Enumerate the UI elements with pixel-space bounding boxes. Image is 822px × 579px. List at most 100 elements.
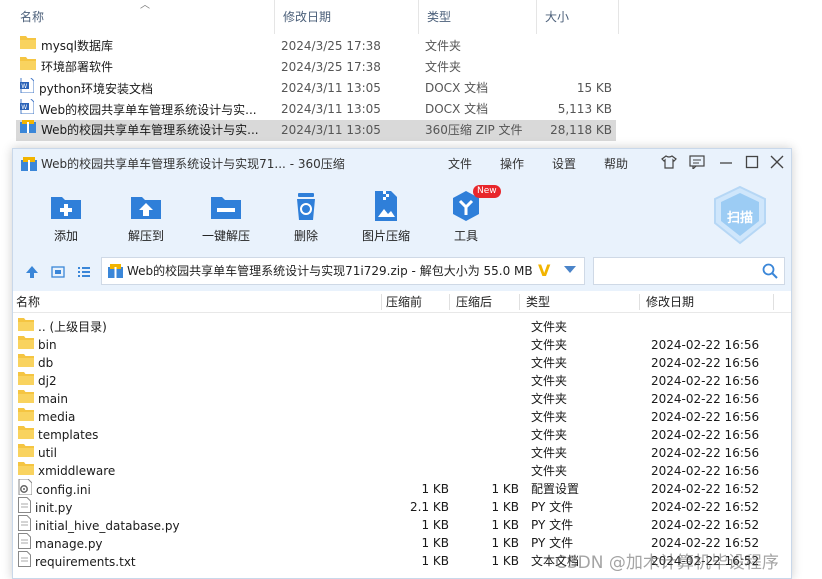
word-doc-icon: W <box>20 78 35 100</box>
delete-icon <box>289 189 323 223</box>
zip-entry-name-text: bin <box>38 338 57 352</box>
file-name-text: 环境部署软件 <box>41 60 114 74</box>
feedback-icon[interactable] <box>689 155 705 174</box>
zip-list-row[interactable]: .. (上级目录) 文件夹 <box>13 318 791 336</box>
folder-icon <box>18 353 34 372</box>
column-divider <box>381 294 382 310</box>
delete-button[interactable]: 删除 <box>271 185 341 244</box>
menu-file[interactable]: 文件 <box>448 149 472 179</box>
file-date: 2024/3/25 17:38 <box>281 39 381 53</box>
zip-entry-name-text: dj2 <box>38 374 57 388</box>
column-size[interactable]: 大小 <box>537 0 619 34</box>
zip-entry-date: 2024-02-22 16:56 <box>651 374 760 388</box>
zip-entry-date: 2024-02-22 16:52 <box>651 482 760 496</box>
explorer-file-row[interactable]: mysql数据库 2024/3/25 17:38 文件夹 <box>16 36 616 57</box>
zip-col-date[interactable]: 修改日期 <box>646 291 694 313</box>
explorer-file-row[interactable]: W Web的校园共享单车管理系统设计与实... 2024/3/11 13:05 DOC… <box>16 99 616 120</box>
zip-list-row[interactable]: templates 文件夹 2024-02-22 16:56 <box>13 426 791 444</box>
add-button[interactable]: 添加 <box>31 185 101 244</box>
zip-entry-name-text: media <box>38 410 76 424</box>
column-date-label: 修改日期 <box>283 10 332 24</box>
zip-col-name[interactable]: 名称 <box>16 291 40 313</box>
add-icon <box>49 189 83 223</box>
zip-entry-osize: 1 KB <box>491 500 519 514</box>
explorer-file-row[interactable]: Web的校园共享单车管理系统设计与实... 2024/3/11 13:05 360压… <box>16 120 616 141</box>
zip-entry-name-text: templates <box>38 428 99 442</box>
menu-help[interactable]: 帮助 <box>604 149 628 179</box>
extract-to-icon <box>129 189 163 223</box>
zip-list-header: 名称 压缩前 压缩后 类型 修改日期 <box>13 291 791 313</box>
zip-list-row[interactable]: bin 文件夹 2024-02-22 16:56 <box>13 336 791 354</box>
zip-col-csize[interactable]: 压缩前 <box>386 291 422 313</box>
zip-list-row[interactable]: xmiddleware 文件夹 2024-02-22 16:56 <box>13 462 791 480</box>
zip-icon <box>20 120 36 140</box>
column-divider <box>449 294 450 310</box>
zip-window-title: Web的校园共享单车管理系统设计与实现71... - 360压缩 <box>41 157 345 171</box>
tools-button[interactable]: New 工具 <box>431 185 501 244</box>
search-input[interactable] <box>593 257 785 285</box>
one-click-extract-button[interactable]: 一键解压 <box>191 185 261 244</box>
explorer-file-row[interactable]: 环境部署软件 2024/3/25 17:38 文件夹 <box>16 57 616 78</box>
file-name: Wpython环境安装文档 <box>20 78 270 101</box>
zip-entry-type: 文件夹 <box>531 410 568 424</box>
zip-col-type[interactable]: 类型 <box>526 291 550 313</box>
menu-settings[interactable]: 设置 <box>552 149 576 179</box>
column-divider <box>639 294 640 310</box>
zip-entry-name-text: util <box>38 446 57 460</box>
explorer-column-header: 名称 ︿ 修改日期 类型 大小 <box>0 0 822 34</box>
zip-entry-name-text: main <box>38 392 68 406</box>
zip-entry-name-text: db <box>38 356 54 370</box>
address-field[interactable]: Web的校园共享单车管理系统设计与实现71i729.zip - 解包大小为 55… <box>101 257 585 285</box>
zip-list-row[interactable]: init.py 2.1 KB 1 KB PY 文件 2024-02-22 16:52 <box>13 497 791 516</box>
zip-list-row[interactable]: media 文件夹 2024-02-22 16:56 <box>13 408 791 426</box>
tools-label: 工具 <box>453 229 478 243</box>
zip-list-row[interactable]: main 文件夹 2024-02-22 16:56 <box>13 390 791 408</box>
image-compress-button[interactable]: 图片压缩 <box>351 185 421 244</box>
zip-list-row[interactable]: initial_hive_database.py 1 KB 1 KB PY 文件 202… <box>13 515 791 534</box>
column-size-label: 大小 <box>545 10 570 24</box>
zip-entry-date: 2024-02-22 16:56 <box>651 464 760 478</box>
search-icon[interactable] <box>762 263 778 282</box>
up-arrow-icon[interactable] <box>25 265 39 283</box>
column-type[interactable]: 类型 <box>419 0 537 34</box>
file-name: mysql数据库 <box>20 36 270 57</box>
file-name: W Web的校园共享单车管理系统设计与实... <box>20 99 270 122</box>
zip-list-row[interactable]: db 文件夹 2024-02-22 16:56 <box>13 354 791 372</box>
thumbnail-view-icon[interactable] <box>51 265 65 283</box>
file-date: 2024/3/11 13:05 <box>281 123 381 137</box>
new-badge: New <box>473 185 501 198</box>
zip-list-row[interactable]: dj2 文件夹 2024-02-22 16:56 <box>13 372 791 390</box>
column-date[interactable]: 修改日期 <box>275 0 419 34</box>
scan-button[interactable]: 扫描 <box>711 185 769 245</box>
address-dropdown-icon[interactable] <box>564 266 576 273</box>
zip-entry-type: 文件夹 <box>531 338 568 352</box>
verified-v-icon: V <box>538 261 551 280</box>
zip-entry-date: 2024-02-22 16:56 <box>651 356 760 370</box>
folder-icon <box>18 461 34 480</box>
close-icon[interactable] <box>770 155 784 174</box>
zip-entry-csize: 1 KB <box>421 482 449 496</box>
zip-entry-date: 2024-02-22 16:52 <box>651 518 760 532</box>
zip-entry-type: 文件夹 <box>531 428 568 442</box>
zip-entry-date: 2024-02-22 16:56 <box>651 446 760 460</box>
zip-list-row[interactable]: util 文件夹 2024-02-22 16:56 <box>13 444 791 462</box>
zip-entry-type: 文件夹 <box>531 446 568 460</box>
zip-entry-type: 文件夹 <box>531 374 568 388</box>
zip-titlebar[interactable]: Web的校园共享单车管理系统设计与实现71... - 360压缩 文件 操作 设… <box>13 149 791 179</box>
list-view-icon[interactable] <box>77 265 91 283</box>
zip-entry-csize: 1 KB <box>421 536 449 550</box>
menu-operation[interactable]: 操作 <box>500 149 524 179</box>
svg-text:W: W <box>21 83 27 90</box>
add-label: 添加 <box>53 229 78 243</box>
explorer-file-row[interactable]: Wpython环境安装文档 2024/3/11 13:05 DOCX 文档 15 KB <box>16 78 616 99</box>
file-date: 2024/3/11 13:05 <box>281 81 381 95</box>
file-size: 5,113 KB <box>557 102 612 116</box>
zip-col-osize[interactable]: 压缩后 <box>456 291 492 313</box>
folder-icon <box>20 36 36 56</box>
minimize-icon[interactable] <box>719 155 733 174</box>
extract-to-button[interactable]: 解压到 <box>111 185 181 244</box>
zip-list-row[interactable]: config.ini 1 KB 1 KB 配置设置 2024-02-22 16:52 <box>13 478 791 498</box>
skin-icon[interactable] <box>661 155 677 174</box>
csdn-watermark: CSDN @加木计算机毕设程序 <box>555 553 779 573</box>
maximize-icon[interactable] <box>745 155 759 174</box>
